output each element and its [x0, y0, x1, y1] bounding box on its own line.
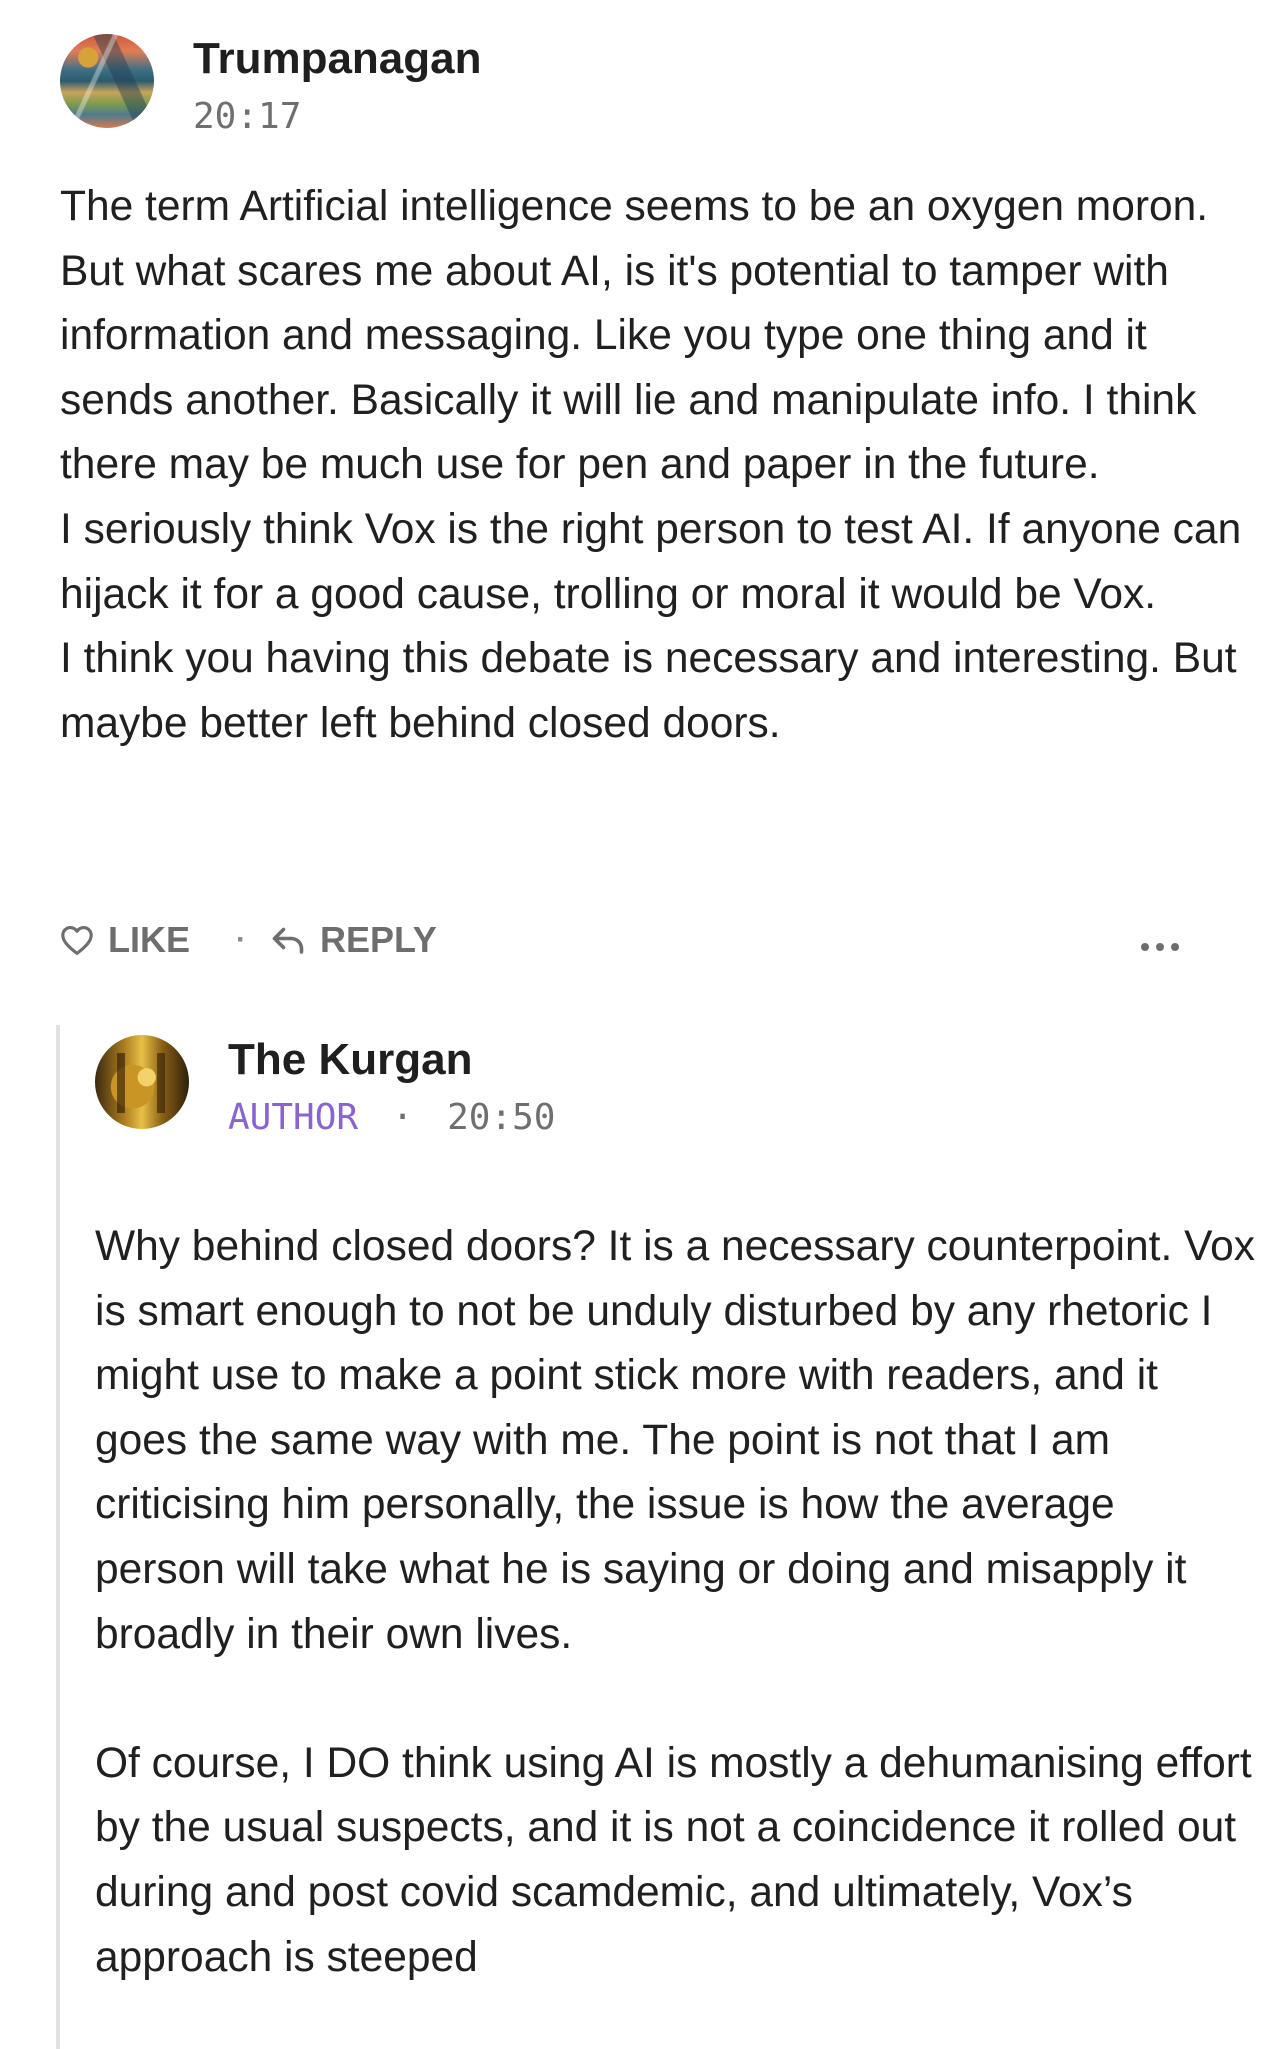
like-button[interactable]: LIKE [60, 910, 190, 970]
comment-paragraph: I seriously think Vox is the right perso… [60, 505, 1242, 618]
reply-label: REPLY [320, 919, 437, 960]
heart-icon [60, 924, 94, 956]
reply-body: Why behind closed doors? It is a necessa… [95, 1215, 1255, 1990]
timestamp[interactable]: 20:50 [447, 1097, 555, 1138]
timestamp[interactable]: 20:17 [193, 96, 301, 137]
comment-actions: LIKE · REPLY [60, 910, 1190, 970]
more-dots-icon [1140, 919, 1180, 961]
reply-button[interactable]: REPLY [270, 910, 437, 970]
reply-paragraph: Why behind closed doors? It is a necessa… [95, 1223, 1255, 1658]
more-options-button[interactable] [1130, 910, 1190, 970]
thread-line [56, 1025, 60, 2049]
avatar[interactable] [60, 34, 154, 128]
like-label: LIKE [108, 919, 191, 960]
avatar[interactable] [95, 1035, 189, 1129]
reply-paragraph: Of course, I DO think using AI is mostly… [95, 1739, 1252, 1981]
comment-body: The term Artificial intelligence seems t… [60, 175, 1245, 756]
author-badge: AUTHOR [228, 1097, 359, 1138]
comment-paragraph: The term Artificial intelligence seems t… [60, 183, 1209, 489]
author-name[interactable]: Trumpanagan [193, 34, 482, 84]
reply-meta: AUTHOR · 20:50 [228, 1097, 555, 1138]
reply-arrow-icon [270, 925, 306, 955]
action-separator: · [236, 923, 246, 956]
meta-separator: · [391, 1097, 414, 1138]
comment-paragraph: I think you having this debate is necess… [60, 635, 1237, 747]
comment-meta: 20:17 [193, 96, 301, 137]
author-name[interactable]: The Kurgan [228, 1035, 472, 1085]
